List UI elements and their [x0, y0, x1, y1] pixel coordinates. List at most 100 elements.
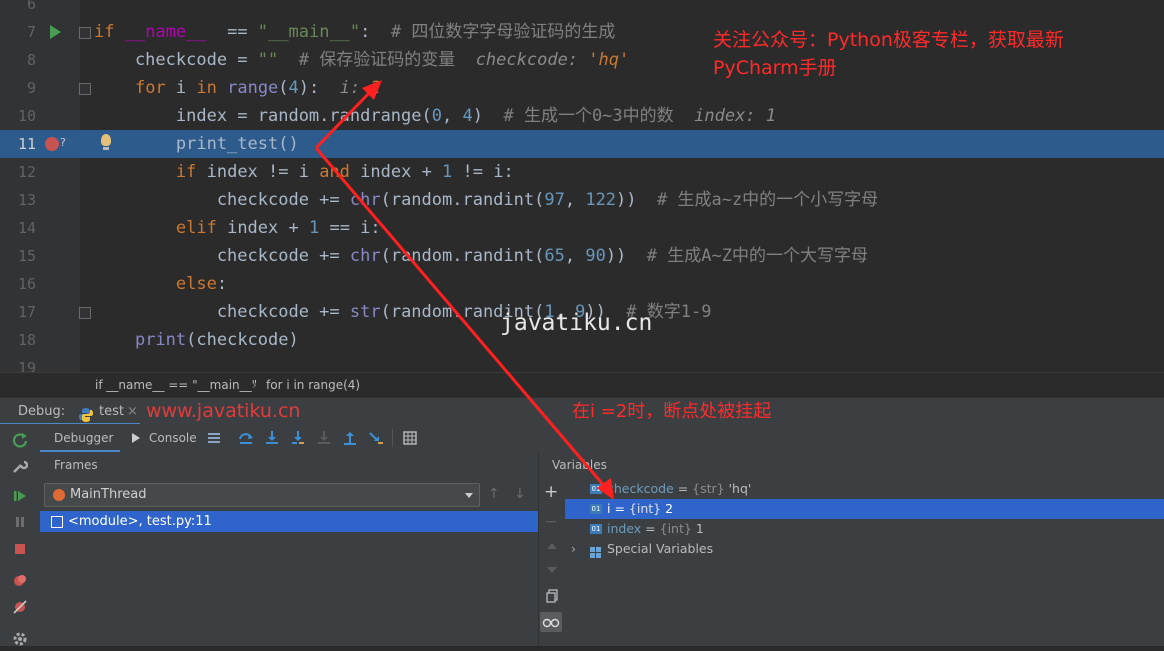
close-icon[interactable]: ×	[127, 398, 138, 425]
code-token: if	[175, 162, 207, 182]
code-line[interactable]: 6	[0, 0, 1164, 18]
view-breakpoints-icon[interactable]	[12, 573, 28, 589]
force-step-into-icon[interactable]	[316, 430, 332, 446]
code-line[interactable]: 13 checkcode += chr(random.randint(97, 1…	[0, 186, 1164, 214]
code-line[interactable]: 12 if index != i and index + 1 != i:	[0, 158, 1164, 186]
code-token: and	[319, 162, 361, 182]
code-text[interactable]: elif index + 1 == i:	[94, 214, 381, 242]
thread-select-value: MainThread	[70, 487, 147, 502]
code-line[interactable]: 14 elif index + 1 == i:	[0, 214, 1164, 242]
step-out-icon[interactable]	[342, 430, 358, 446]
line-number[interactable]: 12	[0, 158, 36, 186]
run-icon[interactable]	[50, 25, 61, 39]
code-text[interactable]: checkcode += chr(random.randint(65, 90))…	[94, 242, 868, 270]
code-token: in	[196, 78, 228, 98]
line-number[interactable]: 10	[0, 102, 36, 130]
gear-icon[interactable]	[12, 631, 28, 647]
code-token: else	[175, 274, 217, 294]
step-into-icon[interactable]	[264, 430, 280, 446]
run-to-cursor-icon[interactable]	[368, 430, 384, 446]
code-token: checkcode:	[475, 50, 589, 70]
code-token: index = random.randrange(	[94, 106, 432, 126]
code-text[interactable]: for i in range(4): i: 2	[94, 74, 381, 102]
step-into-my-code-icon[interactable]	[290, 430, 306, 446]
line-number[interactable]: 6	[0, 0, 36, 18]
breakpoint-icon[interactable]	[45, 137, 59, 151]
line-number[interactable]: 9	[0, 74, 36, 102]
frame-row[interactable]: <module>, test.py:11	[40, 511, 538, 532]
breadcrumb-item-for[interactable]: for i in range(4)	[266, 373, 360, 397]
line-number[interactable]: 19	[0, 354, 36, 372]
line-number[interactable]: 8	[0, 46, 36, 74]
stop-icon[interactable]	[12, 541, 28, 557]
line-number[interactable]: 11	[0, 130, 36, 158]
code-text[interactable]: if __name__ == "__main__": # 四位数字字母验证码的生…	[94, 18, 615, 46]
code-text[interactable]: print(checkcode)	[94, 326, 299, 354]
arrow-down-icon[interactable]: ↓	[514, 486, 530, 502]
code-text[interactable]: print_test()	[94, 130, 299, 158]
code-line[interactable]: 19	[0, 354, 1164, 372]
code-text[interactable]: else:	[94, 270, 227, 298]
layout-list-icon[interactable]	[206, 430, 222, 446]
fold-marker-icon[interactable]	[79, 83, 91, 95]
variable-row[interactable]: 01 checkcode = {str} 'hq'	[565, 479, 1164, 499]
move-up-icon[interactable]	[544, 538, 560, 554]
code-line[interactable]: 16 else:	[0, 270, 1164, 298]
code-token: range	[227, 78, 279, 98]
copy-icon[interactable]	[544, 588, 560, 604]
code-token: i	[175, 78, 197, 98]
line-number[interactable]: 15	[0, 242, 36, 270]
lightbulb-icon[interactable]	[101, 134, 111, 150]
code-token: :	[360, 22, 391, 42]
code-text[interactable]: checkcode += chr(random.randint(97, 122)…	[94, 186, 878, 214]
glasses-icon[interactable]	[540, 612, 562, 632]
code-token: 4	[462, 106, 473, 126]
step-over-icon[interactable]	[238, 430, 254, 446]
promo-annotation-line1: 关注公众号：Python极客专栏，获取最新	[713, 29, 1064, 51]
add-watch-icon[interactable]: +	[544, 484, 560, 501]
rerun-icon[interactable]	[12, 432, 28, 448]
code-text[interactable]: checkcode = "" # 保存验证码的变量 checkcode: 'hq…	[94, 46, 629, 74]
line-number[interactable]: 13	[0, 186, 36, 214]
chevron-down-icon[interactable]	[465, 493, 473, 498]
line-number[interactable]: 16	[0, 270, 36, 298]
code-token: :	[216, 274, 228, 294]
fold-marker-icon[interactable]	[79, 307, 91, 319]
move-down-icon[interactable]	[544, 562, 560, 578]
code-editor[interactable]: 6 7 if __name__ == "__main__": # 四位数字字母验证码…	[0, 0, 1164, 372]
debug-config-tab[interactable]: test	[99, 398, 124, 425]
code-token: checkcode +=	[94, 302, 350, 322]
code-line[interactable]: 15 checkcode += chr(random.randint(65, 9…	[0, 242, 1164, 270]
code-text[interactable]: if index != i and index + 1 != i:	[94, 158, 514, 186]
resume-icon[interactable]	[12, 488, 28, 504]
variable-row[interactable]: 01 i = {int} 2	[565, 499, 1164, 519]
code-text[interactable]: index = random.randrange(0, 4) # 生成一个0~3…	[94, 102, 776, 130]
code-token: checkcode +=	[94, 246, 350, 266]
chevron-right-icon[interactable]: ›	[571, 539, 576, 559]
line-number[interactable]: 7	[0, 18, 36, 46]
variables-side-toolbar: + −	[538, 452, 566, 646]
pause-icon[interactable]	[12, 514, 28, 530]
line-number[interactable]: 17	[0, 298, 36, 326]
fold-marker-icon[interactable]	[79, 27, 91, 39]
code-line[interactable]: 11 print_test()?	[0, 130, 1164, 158]
evaluate-table-icon[interactable]	[402, 430, 418, 446]
remove-watch-icon[interactable]: −	[544, 514, 560, 531]
line-number[interactable]: 14	[0, 214, 36, 242]
line-number[interactable]: 18	[0, 326, 36, 354]
settings-wrench-icon[interactable]	[12, 458, 29, 474]
frames-pane: Frames ↑ ↓	[40, 452, 538, 646]
code-line[interactable]: 10 index = random.randrange(0, 4) # 生成一个…	[0, 102, 1164, 130]
variable-row[interactable]: 01 index = {int} 1	[565, 519, 1164, 539]
code-token: ,	[564, 190, 586, 210]
tab-debugger[interactable]: Debugger	[54, 424, 113, 452]
thread-select[interactable]: MainThread	[44, 483, 480, 507]
breadcrumb-item-if[interactable]: if __name__ == "__main__"	[95, 373, 257, 397]
tab-console[interactable]: Console	[149, 424, 197, 452]
arrow-up-icon[interactable]: ↑	[488, 486, 504, 502]
mute-breakpoints-icon[interactable]	[12, 599, 28, 615]
code-token: "__main__"	[257, 22, 361, 42]
special-variables-row[interactable]: › Special Variables	[565, 539, 1164, 559]
